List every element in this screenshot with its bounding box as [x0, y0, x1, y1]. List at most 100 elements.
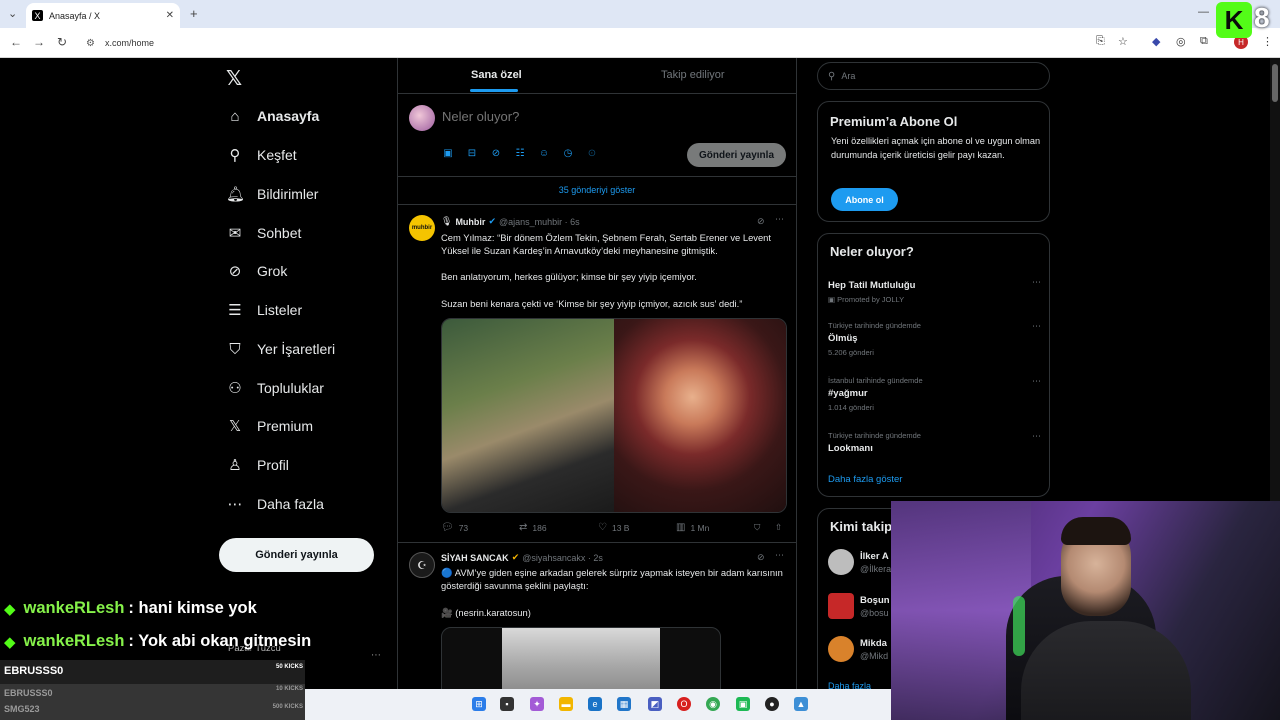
- nav-bookmarks[interactable]: ⛉ Yer İşaretleri: [226, 334, 335, 364]
- reply-button[interactable]: 💬︎ 73: [441, 522, 468, 533]
- search-box[interactable]: ⚲ Ara: [817, 62, 1050, 90]
- post-avatar[interactable]: muhbir: [409, 215, 435, 241]
- post-more-icon[interactable]: ⋯: [775, 214, 784, 225]
- nav-explore[interactable]: ⚲ Keşfet: [226, 140, 297, 170]
- compose-avatar[interactable]: [409, 105, 435, 131]
- extension-2-icon[interactable]: ◎: [1176, 35, 1186, 48]
- post-image[interactable]: [441, 318, 787, 513]
- nav-profile[interactable]: ♙ Profil: [226, 450, 289, 480]
- trend-more-icon[interactable]: ⋯: [1032, 376, 1041, 387]
- post-avatar[interactable]: ☪: [409, 552, 435, 578]
- follow-suggestion[interactable]: Mikda @Mikd: [828, 634, 888, 664]
- gif-icon[interactable]: ⊟: [465, 148, 479, 159]
- location-icon[interactable]: ⊙: [585, 148, 599, 159]
- chrome-icon[interactable]: ◉: [706, 697, 720, 711]
- site-info-icon[interactable]: ⚙: [86, 38, 95, 49]
- repost-icon: ⇄: [519, 522, 528, 533]
- subscribe-button[interactable]: Abone ol: [831, 188, 898, 211]
- url-field[interactable]: ⚙ x.com/home: [80, 33, 1090, 53]
- file-explorer-icon[interactable]: ▬: [559, 697, 573, 711]
- post-author[interactable]: Muhbir: [455, 217, 485, 227]
- verified-badge-icon: ✔: [488, 216, 496, 226]
- account-more-icon[interactable]: ⋯: [371, 650, 381, 661]
- app-green-icon[interactable]: ▣: [736, 697, 750, 711]
- nav-communities[interactable]: ⚇ Topluluklar: [226, 373, 324, 403]
- compose-post-button[interactable]: Gönderi yayınla: [687, 143, 786, 167]
- obs-icon[interactable]: ●: [765, 697, 779, 711]
- store-icon[interactable]: ▦: [617, 697, 631, 711]
- poll-icon[interactable]: ☷: [513, 148, 527, 159]
- trend-item[interactable]: Türkiye tarihinde gündemde Lookmanı ⋯: [828, 431, 1041, 454]
- grok-explain-icon[interactable]: ⊘: [757, 552, 765, 563]
- reload-icon[interactable]: ↻: [57, 35, 67, 49]
- emoji-icon[interactable]: ☺: [537, 148, 551, 159]
- nav-notifications[interactable]: 🔔︎ Bildirimler: [226, 179, 318, 209]
- install-icon[interactable]: ⎘: [1096, 35, 1105, 48]
- post-author[interactable]: SİYAH SANCAK: [441, 553, 509, 563]
- search-placeholder: Ara: [841, 71, 856, 81]
- trend-more-icon[interactable]: ⋯: [1032, 321, 1041, 332]
- app-icon[interactable]: ◩: [648, 697, 662, 711]
- nav-messages[interactable]: ✉ Sohbet: [226, 218, 302, 248]
- follow-suggestion[interactable]: İlker A @İlkera: [828, 547, 891, 577]
- new-tab-icon[interactable]: +: [190, 6, 198, 21]
- minimize-icon[interactable]: —: [1198, 6, 1209, 18]
- share-icon[interactable]: ⇧: [775, 522, 782, 533]
- grok-compose-icon[interactable]: ⊘: [489, 148, 503, 159]
- tab-search-icon[interactable]: ⌄: [8, 7, 17, 20]
- edge-icon[interactable]: e: [588, 697, 602, 711]
- nav-premium[interactable]: 𝕏 Premium: [226, 411, 313, 441]
- nav-premium-label: Premium: [257, 418, 314, 434]
- bookmark-star-icon[interactable]: ☆: [1118, 35, 1128, 48]
- x-logo[interactable]: 𝕏: [226, 66, 242, 91]
- nav-home-label: Anasayfa: [257, 108, 320, 124]
- back-icon[interactable]: ←: [10, 35, 22, 49]
- post-more-icon[interactable]: ⋯: [775, 550, 784, 561]
- compose-input[interactable]: [442, 109, 618, 124]
- browser-tab-title: Anasayfa / X: [49, 10, 101, 21]
- copilot-icon[interactable]: ✦: [530, 697, 544, 711]
- suggestion-avatar: [828, 549, 854, 575]
- sidebar-post-button[interactable]: Gönderi yayınla: [219, 538, 374, 572]
- trends-card: Neler oluyor? Hep Tatil Mutluluğu ▣ Prom…: [817, 233, 1050, 497]
- scrollbar-thumb[interactable]: [1272, 64, 1278, 102]
- photos-icon[interactable]: ▲: [794, 697, 808, 711]
- like-button[interactable]: ♡ 13 B: [598, 522, 629, 533]
- bookmark-post-icon[interactable]: ⛉: [754, 522, 760, 533]
- trends-show-more[interactable]: Daha fazla göster: [828, 474, 902, 485]
- extension-icon[interactable]: ◆: [1152, 35, 1160, 48]
- streamer-shirt: [1021, 621, 1191, 720]
- nav-more[interactable]: ⋯ Daha fazla: [226, 489, 324, 519]
- views-button[interactable]: ▥ 1 Mn: [676, 522, 709, 533]
- chat-username: wankeRLesh: [23, 632, 125, 650]
- post-text-line: Suzan beni kenara çekti ve ‘Kimse bir şe…: [441, 298, 743, 309]
- nav-grok[interactable]: ⊘ Grok: [226, 256, 288, 286]
- mail-icon: ✉: [228, 225, 242, 242]
- tab-close-icon[interactable]: ✕: [166, 10, 174, 21]
- x-favicon-icon: X: [32, 10, 43, 21]
- task-view-icon[interactable]: ▪: [500, 697, 514, 711]
- trend-more-icon[interactable]: ⋯: [1032, 431, 1041, 442]
- repost-button[interactable]: ⇄ 186: [519, 522, 547, 533]
- nav-lists[interactable]: ☰ Listeler: [226, 295, 302, 325]
- browser-tab[interactable]: X Anasayfa / X ✕: [26, 3, 180, 28]
- trend-item[interactable]: İstanbul tarihinde gündemde #yağmur 1.01…: [828, 376, 1041, 412]
- post-handle[interactable]: @siyahsancakx · 2s: [522, 553, 603, 563]
- post-handle[interactable]: @ajans_muhbir · 6s: [499, 217, 580, 227]
- start-icon[interactable]: ⊞: [472, 697, 486, 711]
- browser-menu-icon[interactable]: ⋮: [1262, 35, 1273, 48]
- tab-following[interactable]: Takip ediliyor: [661, 69, 725, 81]
- trend-item[interactable]: Hep Tatil Mutluluğu ▣ Promoted by JOLLY …: [828, 277, 1041, 304]
- opera-icon[interactable]: O: [677, 697, 691, 711]
- trend-item[interactable]: Türkiye tarihinde gündemde Ölmüş 5.206 g…: [828, 321, 1041, 357]
- follow-suggestion[interactable]: Boşun @bosu: [828, 591, 890, 621]
- tab-for-you[interactable]: Sana özel: [471, 69, 522, 81]
- forward-icon[interactable]: →: [33, 35, 45, 49]
- media-icon[interactable]: ▣: [441, 148, 455, 159]
- extensions-puzzle-icon[interactable]: ⧉: [1200, 35, 1208, 48]
- trend-more-icon[interactable]: ⋯: [1032, 277, 1041, 288]
- nav-home[interactable]: ⌂ Anasayfa: [226, 101, 319, 131]
- schedule-icon[interactable]: ◷: [561, 148, 575, 159]
- grok-explain-icon[interactable]: ⊘: [757, 216, 765, 227]
- show-new-posts[interactable]: 35 gönderiyi göster: [398, 176, 796, 204]
